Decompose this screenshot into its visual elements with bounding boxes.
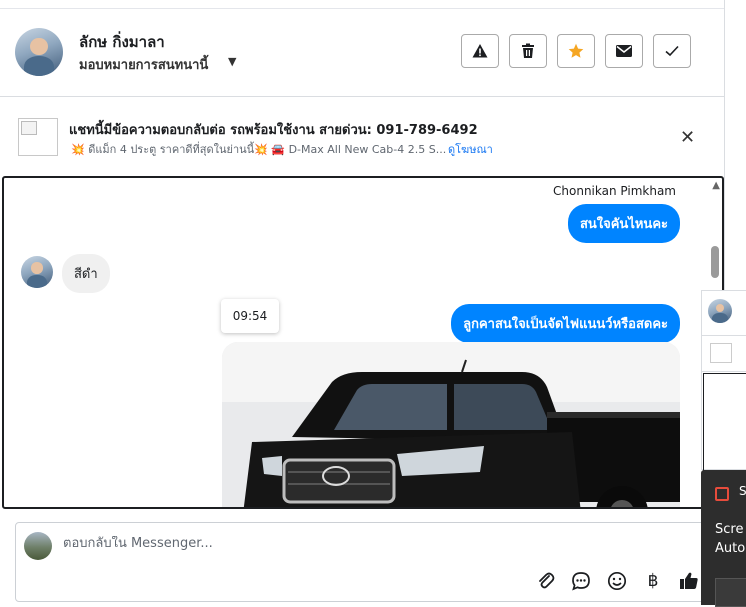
message-bubble-icon (572, 572, 590, 591)
notification-line-2: Auto (715, 541, 746, 556)
snip-label: S (739, 484, 746, 498)
scroll-up-arrow-icon[interactable]: ▲ (712, 180, 720, 191)
view-ad-link[interactable]: ดูโฆษณา (448, 140, 493, 158)
ad-subtitle: 💥 ดีแม็ก 4 ประตู ราคาดีที่สุดในย่านนี้💥 … (71, 143, 447, 156)
car-photo-attachment[interactable] (222, 342, 680, 507)
mark-unread-button[interactable] (605, 34, 643, 68)
notification-line-1: Scre (715, 522, 744, 537)
top-divider (0, 8, 724, 9)
secondary-chat-popup[interactable] (701, 290, 746, 471)
emoji-button[interactable] (606, 570, 628, 592)
snipping-notification[interactable]: S Scre Auto (701, 470, 746, 607)
warning-icon (472, 44, 488, 58)
thumbs-up-icon (680, 572, 698, 589)
saved-replies-button[interactable] (570, 570, 592, 592)
trash-icon (522, 43, 534, 58)
star-icon (568, 43, 584, 58)
header-divider (0, 96, 724, 97)
message-outgoing[interactable]: สนใจคันไหนคะ (567, 204, 680, 243)
close-ad-banner-icon[interactable]: ✕ (680, 127, 695, 148)
popup-divider (702, 371, 746, 372)
scrollbar-thumb[interactable] (711, 246, 719, 278)
contact-name: ลักษ กิ่งมาลา (79, 33, 165, 51)
ad-thumbnail[interactable] (18, 118, 58, 156)
message-incoming[interactable]: สีดำ (62, 254, 110, 293)
star-button[interactable] (557, 34, 595, 68)
mark-done-button[interactable] (653, 34, 691, 68)
caret-down-icon[interactable]: ▼ (228, 55, 236, 68)
reply-input[interactable] (63, 536, 463, 551)
popup-conversation-frame (703, 373, 746, 471)
conversation-pane[interactable]: Chonnikan Pimkham สนใจคันไหนคะ สีดำ 09:5… (2, 176, 724, 509)
notification-thumbnail[interactable] (715, 578, 746, 607)
message-outgoing[interactable]: ลูกคาสนใจเป็นจัดไฟแนนว์หรือสดคะ (451, 304, 680, 343)
like-button[interactable] (678, 570, 700, 592)
envelope-icon (616, 45, 632, 57)
popup-divider (702, 335, 746, 336)
contact-avatar[interactable] (15, 28, 63, 76)
assign-conversation-dropdown[interactable]: มอบหมายการสนทนานี้ (79, 54, 208, 75)
check-icon (665, 45, 679, 57)
page-avatar (24, 532, 52, 560)
timestamp-tooltip: 09:54 (221, 299, 279, 333)
attach-file-button[interactable] (535, 570, 557, 592)
popup-avatar (708, 299, 732, 323)
payment-button[interactable]: ฿ (642, 570, 664, 592)
customer-avatar (21, 256, 53, 288)
sender-name: Chonnikan Pimkham (553, 184, 676, 198)
mark-spam-button[interactable] (461, 34, 499, 68)
paperclip-icon (539, 572, 555, 589)
delete-button[interactable] (509, 34, 547, 68)
baht-icon: ฿ (647, 571, 659, 591)
snip-icon (715, 487, 729, 501)
popup-ad-thumbnail (710, 343, 732, 363)
pickup-truck-image (222, 342, 680, 507)
emoji-icon (607, 571, 627, 591)
ad-title: แชทนี้มีข้อความตอบกลับต่อ รถพร้อมใช้งาน … (69, 123, 478, 138)
